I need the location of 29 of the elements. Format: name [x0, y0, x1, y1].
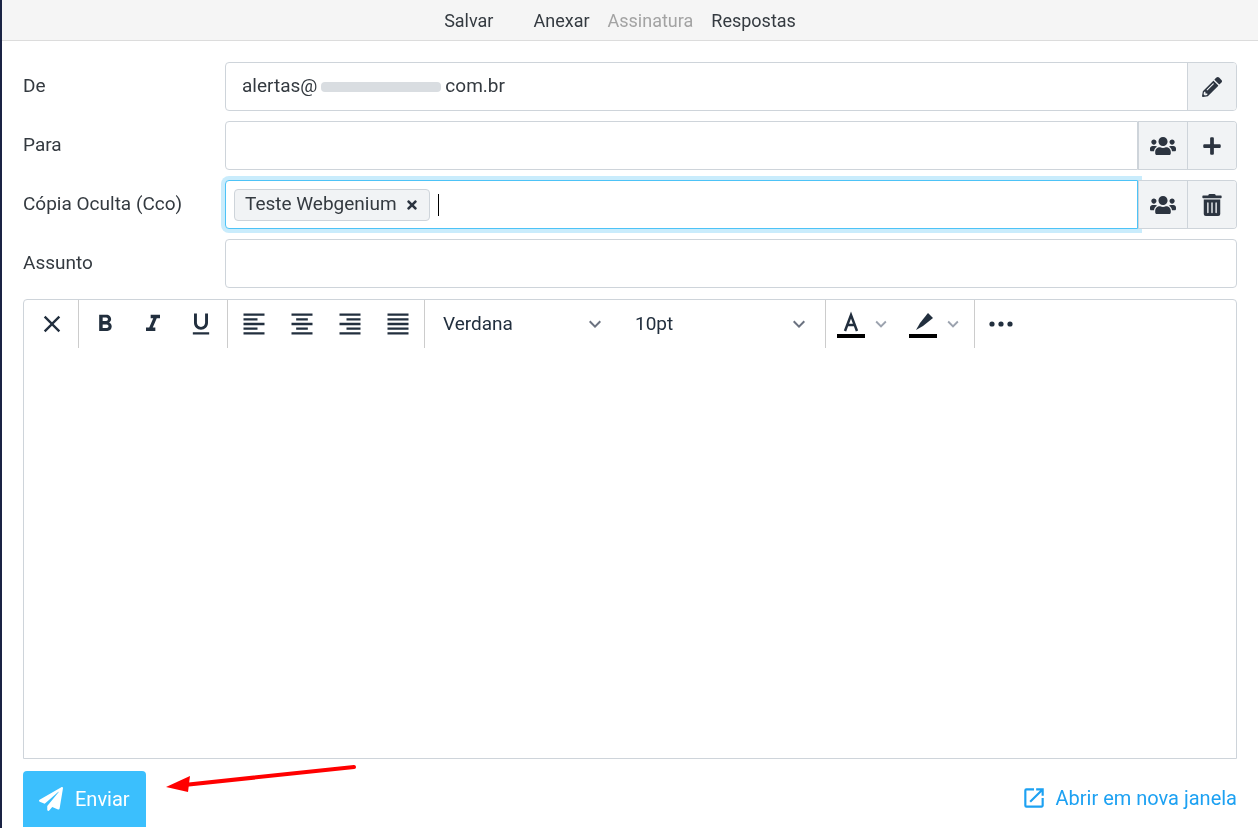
remove-icon[interactable]: [404, 197, 419, 212]
users-icon: [1150, 193, 1176, 216]
recipient-field[interactable]: [225, 121, 1138, 170]
subject-field[interactable]: [225, 239, 1237, 288]
menu-button[interactable]: Respostas: [711, 6, 796, 34]
add-button[interactable]: [1187, 122, 1236, 169]
field-label: De: [23, 73, 47, 100]
trash-icon: [1202, 193, 1222, 216]
paper-plane-icon: [39, 787, 63, 811]
field-label: Para: [23, 132, 63, 159]
menu-button[interactable]: Salvar: [444, 6, 494, 34]
field-label: Assunto: [23, 250, 94, 277]
field-value: com.br: [445, 73, 505, 100]
more-icon: [989, 321, 1013, 327]
text-cursor: [437, 193, 439, 216]
delete-button[interactable]: [1187, 181, 1236, 228]
plus-icon: [1202, 135, 1222, 156]
users-icon: [1150, 134, 1176, 157]
contacts-button[interactable]: [1138, 122, 1187, 169]
pencil-icon: [1202, 76, 1222, 97]
font-dropdown[interactable]: Verdana: [427, 300, 623, 348]
contacts-button[interactable]: [1138, 181, 1187, 228]
field-value: alertas@: [242, 73, 318, 100]
menu-button[interactable]: Anexar: [533, 6, 590, 34]
recipient-tag: Teste Webgenium: [234, 188, 430, 221]
field-label: Cópia Oculta (Cco): [23, 191, 184, 218]
sender-field[interactable]: alertas@ com.br: [225, 62, 1237, 111]
size-dropdown[interactable]: 10pt: [623, 300, 823, 348]
edit-button[interactable]: [1187, 63, 1236, 110]
